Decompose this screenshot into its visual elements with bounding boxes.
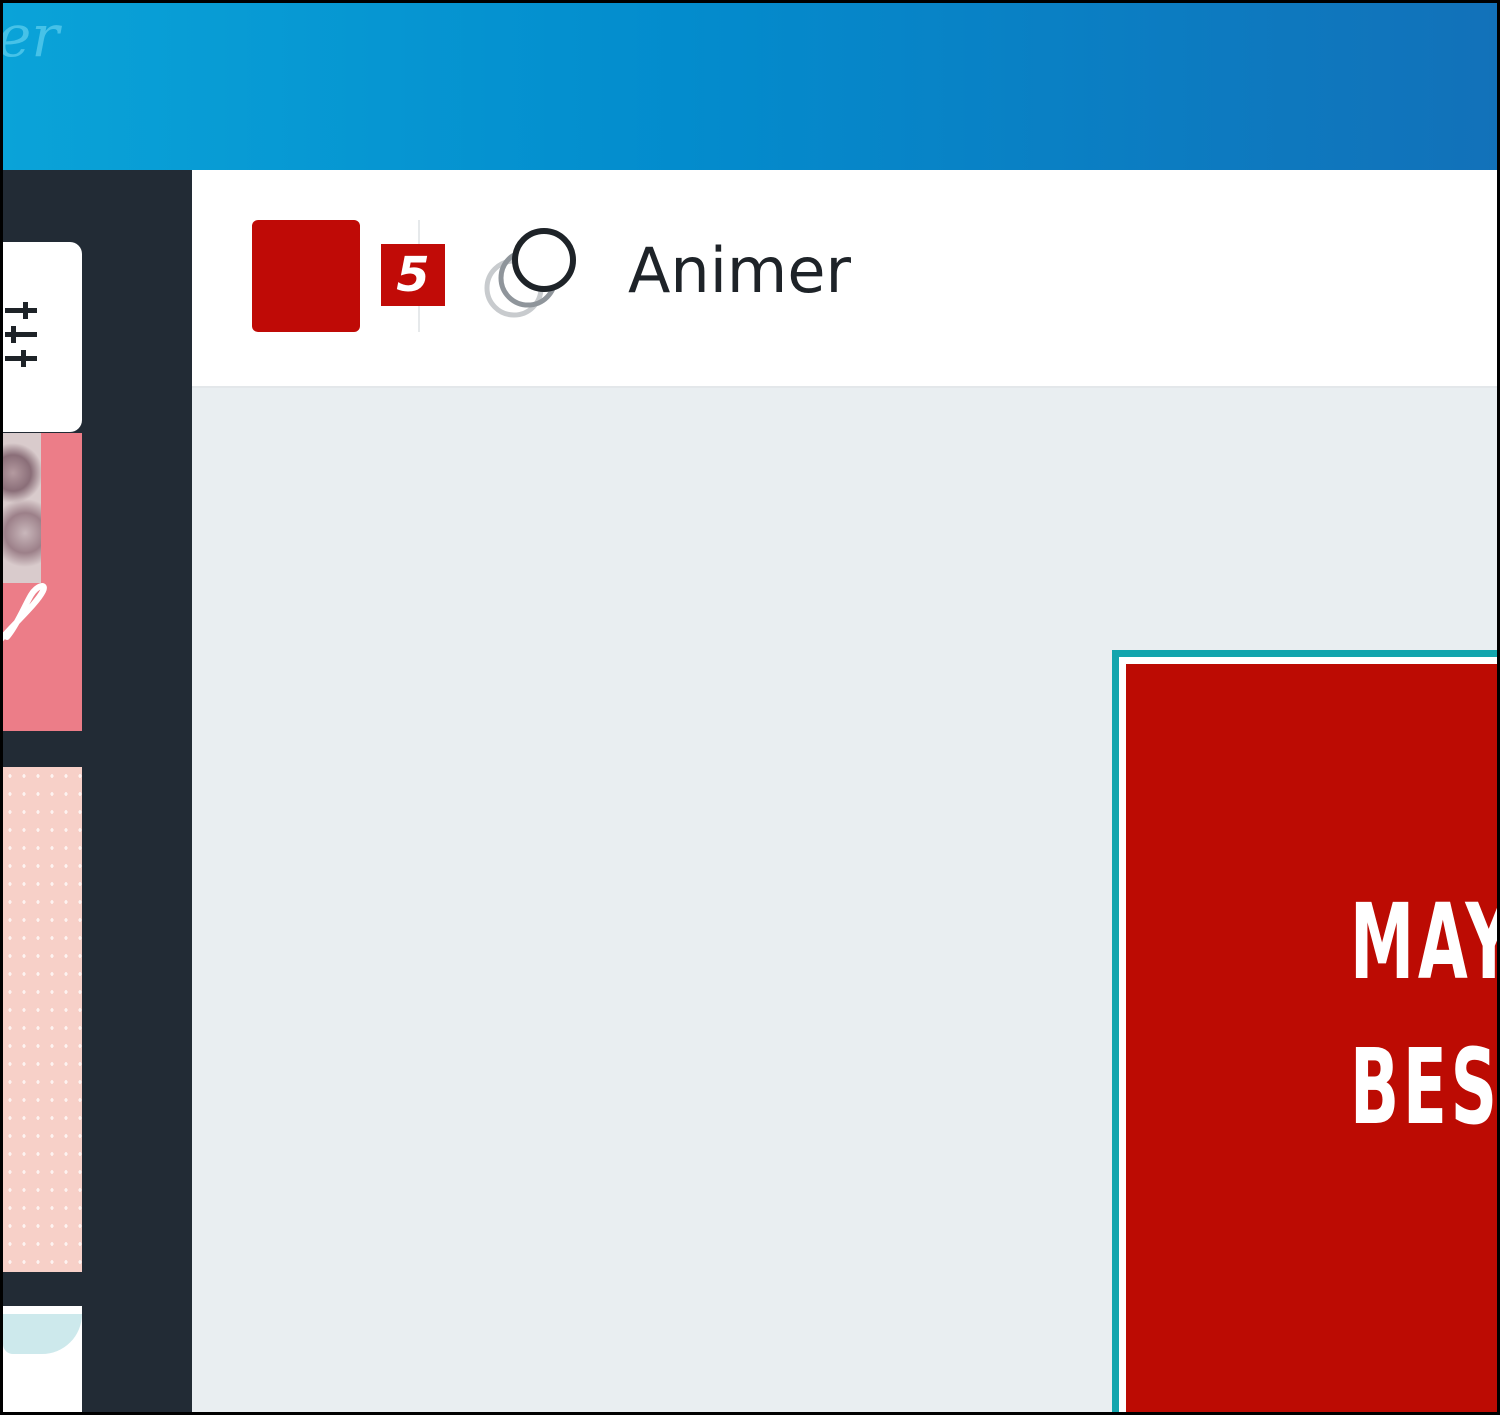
design-canvas: MAY BES bbox=[192, 390, 1497, 1412]
top-header-bar: er bbox=[0, 2, 1497, 170]
design-text-line-1[interactable]: MAY bbox=[1350, 890, 1497, 994]
template-wave-shape bbox=[3, 1314, 82, 1354]
side-panel bbox=[3, 170, 192, 1412]
template-photo bbox=[3, 433, 41, 583]
template-thumbnail-blush[interactable] bbox=[3, 767, 82, 1272]
design-background: MAY BES bbox=[1126, 664, 1497, 1412]
animate-button[interactable]: Animer bbox=[628, 240, 851, 302]
color-picker-button[interactable] bbox=[252, 220, 360, 332]
template-thumbnail-pink[interactable] bbox=[3, 433, 82, 731]
color-count-badge[interactable]: 5 bbox=[381, 244, 445, 306]
script-lettering-icon bbox=[3, 581, 57, 656]
brand-logo-text: er bbox=[0, 2, 60, 70]
template-thumbnail-mint[interactable] bbox=[3, 1306, 82, 1412]
app-window: er 5 Animer MAY BES bbox=[0, 0, 1500, 1415]
editor-toolbar: 5 Animer bbox=[192, 170, 1497, 388]
filter-button[interactable] bbox=[3, 242, 82, 432]
circles-animation-icon[interactable] bbox=[482, 222, 582, 337]
design-page-selected[interactable]: MAY BES bbox=[1112, 650, 1497, 1412]
sliders-filter-icon bbox=[5, 302, 41, 377]
design-text-line-2[interactable]: BES bbox=[1350, 1035, 1497, 1139]
